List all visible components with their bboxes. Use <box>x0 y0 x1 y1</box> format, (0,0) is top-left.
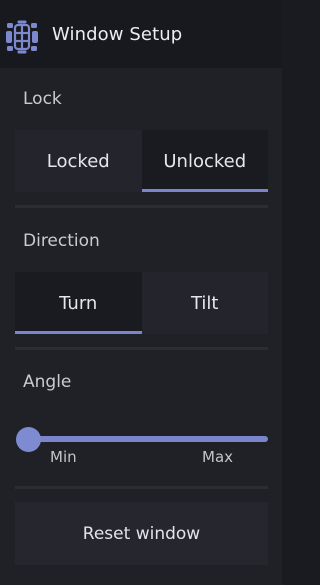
panel-body: Lock Locked Unlocked Direction Turn Tilt… <box>0 68 282 585</box>
direction-option-tilt[interactable]: Tilt <box>141 272 268 334</box>
lock-option-unlocked-label: Unlocked <box>163 150 247 172</box>
angle-slider-track[interactable] <box>21 436 268 442</box>
angle-label: Angle <box>23 372 72 392</box>
direction-option-turn-label: Turn <box>59 292 98 314</box>
lock-option-locked[interactable]: Locked <box>15 130 142 192</box>
lock-option-unlocked[interactable]: Unlocked <box>141 130 268 192</box>
lock-segmented-control: Locked Unlocked <box>15 130 268 192</box>
angle-max-label: Max <box>202 448 234 466</box>
section-divider <box>15 205 268 208</box>
direction-segmented-control: Turn Tilt <box>15 272 268 334</box>
lock-label: Lock <box>23 89 62 109</box>
direction-option-tilt-label: Tilt <box>190 292 219 314</box>
reset-window-label: Reset window <box>82 523 201 544</box>
panel-header: Window Setup <box>0 0 282 68</box>
direction-option-turn[interactable]: Turn <box>15 272 142 334</box>
window-setup-panel: Window Setup Lock Locked Unlocked Direct… <box>0 0 282 585</box>
section-divider <box>15 486 268 489</box>
section-divider <box>15 347 268 350</box>
direction-label: Direction <box>23 231 100 251</box>
reset-window-button[interactable]: Reset window <box>15 502 268 565</box>
selected-indicator <box>141 189 268 192</box>
window-grid-icon <box>6 20 38 54</box>
angle-slider-thumb[interactable] <box>16 427 41 452</box>
selected-indicator <box>15 331 142 334</box>
angle-min-label: Min <box>50 448 77 466</box>
panel-title: Window Setup <box>52 24 183 45</box>
lock-option-locked-label: Locked <box>46 150 110 172</box>
